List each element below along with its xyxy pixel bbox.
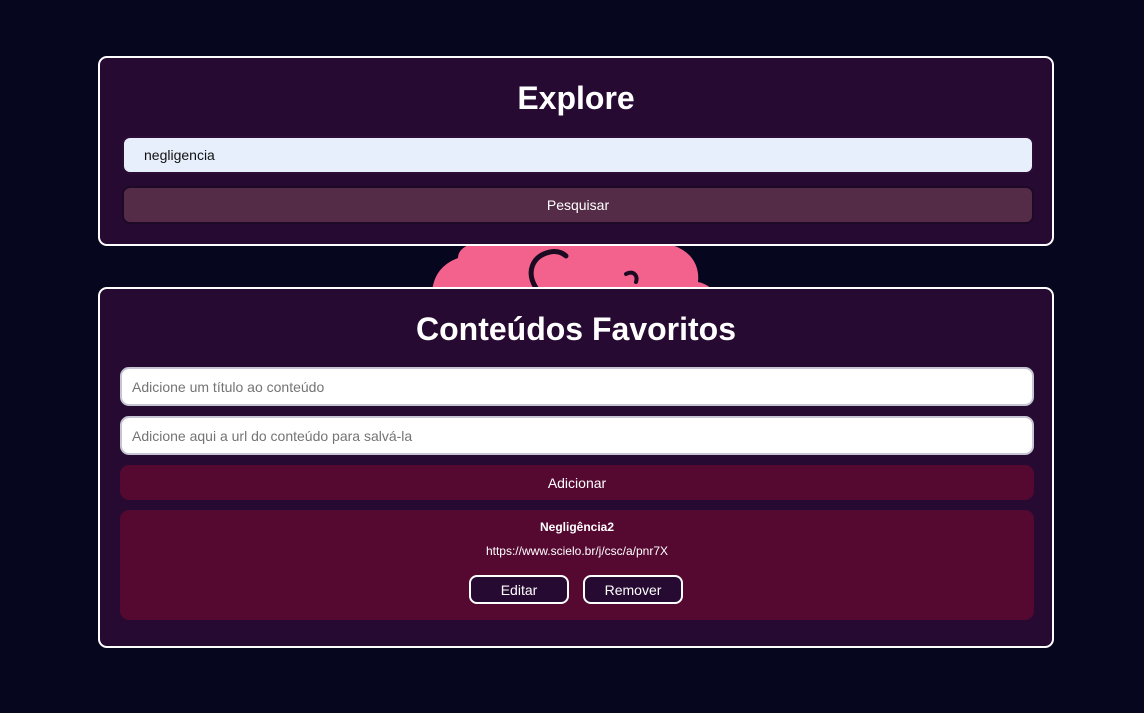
favorite-item-title: Negligência2 <box>539 520 615 534</box>
add-button[interactable]: Adicionar <box>120 465 1034 500</box>
content-title-input[interactable] <box>120 367 1034 406</box>
explore-title: Explore <box>517 80 635 116</box>
explore-panel: Explore Pesquisar <box>98 56 1054 246</box>
search-input[interactable] <box>122 136 1034 174</box>
edit-button[interactable]: Editar <box>469 575 569 604</box>
search-button[interactable]: Pesquisar <box>122 186 1034 224</box>
favorite-item-url: https://www.scielo.br/j/csc/a/pnr7X <box>485 544 669 558</box>
content-url-input[interactable] <box>120 416 1034 455</box>
remove-button[interactable]: Remover <box>583 575 683 604</box>
favorite-item: Negligência2 https://www.scielo.br/j/csc… <box>120 510 1034 620</box>
favorites-panel: Conteúdos Favoritos Adicionar Negligênci… <box>98 287 1054 648</box>
favorites-title: Conteúdos Favoritos <box>415 311 736 347</box>
